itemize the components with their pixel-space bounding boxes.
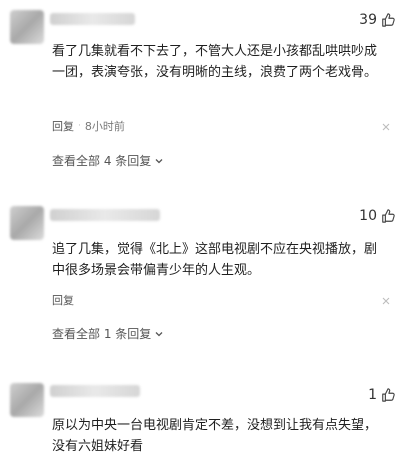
view-all-replies-link[interactable]: 查看全部 4 条回复 bbox=[52, 152, 164, 169]
like-count: 1 bbox=[368, 387, 377, 403]
like-button[interactable]: 10 bbox=[359, 208, 395, 224]
avatar[interactable] bbox=[10, 206, 44, 240]
comment-meta: 回复 · bbox=[52, 292, 74, 308]
comment-text: 看了几集就看不下去了，不管大人还是小孩都乱哄哄吵成一团，表演夸张，没有明晰的主线… bbox=[52, 44, 378, 80]
reply-button[interactable]: 回复 bbox=[52, 118, 74, 134]
like-button[interactable]: 39 bbox=[359, 12, 395, 28]
username[interactable] bbox=[50, 13, 135, 25]
username[interactable] bbox=[50, 385, 140, 397]
view-all-label: 查看全部 1 条回复 bbox=[52, 327, 152, 341]
thumbs-up-icon bbox=[382, 388, 395, 402]
like-count: 39 bbox=[359, 12, 377, 28]
comment-meta: 回复 · 8小时前 bbox=[52, 118, 125, 134]
like-button[interactable]: 1 bbox=[368, 387, 395, 403]
more-options-button[interactable] bbox=[381, 296, 391, 306]
thumbs-up-icon bbox=[382, 13, 395, 27]
close-icon bbox=[382, 123, 390, 131]
chevron-down-icon bbox=[155, 158, 163, 163]
reply-button[interactable]: 回复 bbox=[52, 292, 74, 308]
like-count: 10 bbox=[359, 208, 377, 224]
username[interactable] bbox=[50, 209, 160, 221]
thumbs-up-icon bbox=[382, 209, 395, 223]
timestamp: 8小时前 bbox=[84, 120, 125, 133]
separator-dot: · bbox=[78, 121, 81, 131]
comment-text: 追了几集，觉得《北上》这部电视剧不应在央视播放，剧中很多场景会带偏青少年的人生观… bbox=[52, 242, 378, 278]
avatar[interactable] bbox=[10, 383, 44, 417]
view-all-replies-link[interactable]: 查看全部 1 条回复 bbox=[52, 325, 164, 342]
more-options-button[interactable] bbox=[381, 122, 391, 132]
view-all-label: 查看全部 4 条回复 bbox=[52, 154, 152, 168]
avatar[interactable] bbox=[10, 10, 44, 44]
close-icon bbox=[382, 297, 390, 305]
chevron-down-icon bbox=[155, 331, 163, 336]
comment-text: 原以为中央一台电视剧肯定不差，没想到让我有点失望，没有六姐妹好看 bbox=[52, 418, 378, 454]
